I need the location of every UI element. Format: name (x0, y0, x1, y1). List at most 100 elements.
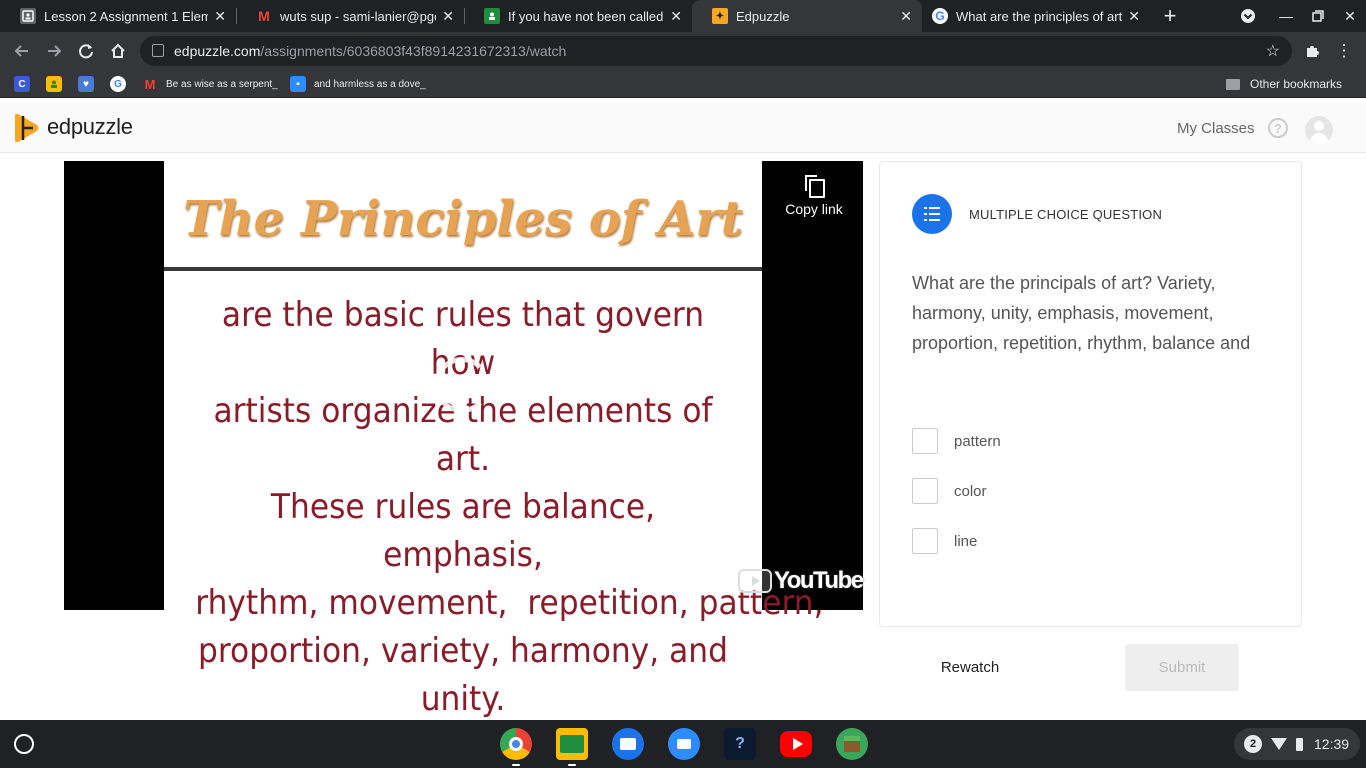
multiple-choice-icon (912, 194, 952, 234)
minimize-button[interactable]: — (1270, 0, 1302, 32)
video-player[interactable]: The Principles of Art are the basic rule… (64, 161, 864, 719)
url-path: /assignments/6036803f43f8914231672313/wa… (260, 43, 567, 59)
launcher-icon[interactable] (14, 734, 34, 754)
tab-search-icon[interactable] (1232, 0, 1264, 32)
edpuzzle-header: edpuzzle My Classes ? (0, 103, 1366, 153)
tab-title: Lesson 2 Assignment 1 Eleme (44, 8, 209, 24)
answer-checkbox[interactable] (912, 528, 938, 554)
extensions-icon[interactable] (1298, 37, 1326, 65)
back-button[interactable] (8, 37, 36, 65)
bookmarks-bar: C ♥ G M Be as wise as a serpent_ ▪ and h… (0, 70, 1366, 98)
zoom-icon[interactable] (668, 728, 700, 760)
bookmark-heart[interactable]: ♥ (78, 75, 102, 93)
os-shelf: ? 2 12:39 (0, 720, 1366, 768)
answer-label: color (954, 482, 987, 500)
copy-icon (805, 175, 825, 198)
close-icon[interactable]: ✕ (670, 8, 682, 25)
tab-lesson-2[interactable]: Lesson 2 Assignment 1 Eleme ✕ (0, 0, 236, 32)
avatar[interactable] (1305, 116, 1333, 144)
slide-line: rhythm, movement, repetition, pattern, (195, 583, 824, 623)
answer-label: pattern (954, 432, 1001, 450)
tab-title: If you have not been called to (508, 8, 665, 24)
clock: 12:39 (1314, 736, 1350, 752)
new-tab-button[interactable]: + (1154, 0, 1186, 32)
tab-classroom[interactable]: If you have not been called to ✕ (464, 0, 692, 32)
minecraft-icon[interactable] (836, 728, 868, 760)
copy-link-label: Copy link (785, 201, 843, 217)
close-icon[interactable]: ✕ (900, 8, 912, 25)
classroom-assignment-icon (20, 8, 36, 24)
tab-title: Edpuzzle (736, 8, 790, 24)
submit-button[interactable]: Submit (1125, 644, 1239, 691)
zoom-icon: ▪ (290, 76, 306, 92)
gmail-icon: M (258, 8, 270, 24)
bookmark-star-icon[interactable]: ☆ (1266, 41, 1280, 61)
other-bookmarks-label: Other bookmarks (1250, 77, 1343, 91)
site-info-icon[interactable] (152, 44, 164, 57)
heart-icon: ♥ (78, 76, 94, 92)
url-host: edpuzzle.com (174, 43, 261, 59)
slide-title: The Principles of Art (183, 191, 743, 247)
close-window-button[interactable]: ✕ (1334, 0, 1366, 32)
close-icon[interactable]: ✕ (1128, 8, 1140, 25)
edpuzzle-logo-icon (15, 112, 41, 143)
slide-body: are the basic rules that govern how arti… (195, 291, 824, 723)
youtube-logo[interactable]: YouTube (738, 567, 864, 595)
bookmark-wise-serpent[interactable]: M Be as wise as a serpent_ (142, 75, 278, 93)
bookmark-google[interactable]: G (110, 75, 134, 93)
classroom-icon (46, 76, 62, 92)
folder-icon (1226, 78, 1240, 90)
files-icon[interactable] (612, 728, 644, 760)
question-text: What are the principals of art? Variety,… (912, 273, 1251, 353)
forward-button[interactable] (40, 37, 68, 65)
answer-checkbox[interactable] (912, 478, 938, 504)
edpuzzle-logo[interactable]: edpuzzle (15, 112, 133, 143)
edpuzzle-app-icon[interactable]: ? (724, 728, 756, 760)
slide-line: These rules are balance, emphasis, (270, 487, 656, 575)
url-text[interactable]: edpuzzle.com/assignments/6036803f43f8914… (174, 43, 566, 59)
answer-option-line[interactable]: line (912, 528, 1252, 554)
battery-icon (1296, 737, 1303, 751)
my-classes-link[interactable]: My Classes (1177, 120, 1255, 137)
tab-title: What are the principles of art? (956, 8, 1123, 24)
tab-edpuzzle[interactable]: ✦ Edpuzzle ✕ (692, 0, 922, 32)
browser-menu-icon[interactable]: ⋮ (1330, 37, 1358, 65)
edpuzzle-icon: ✦ (712, 8, 728, 24)
youtube-icon[interactable] (780, 731, 812, 757)
status-tray[interactable]: 2 12:39 (1234, 728, 1360, 760)
close-icon[interactable]: ✕ (442, 8, 454, 25)
answer-label: line (954, 532, 978, 550)
answer-option-pattern[interactable]: pattern (912, 428, 1252, 454)
restore-button[interactable] (1302, 0, 1334, 32)
answer-checkbox[interactable] (912, 428, 938, 454)
address-bar[interactable]: edpuzzle.com/assignments/6036803f43f8914… (140, 36, 1292, 66)
close-icon[interactable]: ✕ (214, 8, 226, 25)
classroom-icon[interactable] (556, 728, 588, 766)
other-bookmarks[interactable]: Other bookmarks (1226, 75, 1342, 93)
gmail-icon: M (144, 76, 156, 92)
answer-option-color[interactable]: color (912, 478, 1252, 504)
help-icon[interactable]: ? (1268, 118, 1288, 138)
rewatch-button[interactable]: Rewatch (920, 644, 1020, 690)
copy-link-button[interactable]: Copy link (779, 175, 849, 217)
bookmark-harmless-dove[interactable]: ▪ and harmless as a dove_ (290, 75, 426, 93)
tab-google-search[interactable]: G What are the principles of art? ✕ (922, 0, 1150, 32)
reload-button[interactable] (72, 37, 100, 65)
question-panel: MULTIPLE CHOICE QUESTION What are the pr… (879, 161, 1302, 627)
notification-count: 2 (1244, 735, 1262, 753)
slide-line: proportion, variety, harmony, and (198, 631, 728, 671)
c-app-icon: C (14, 76, 30, 92)
tab-gmail[interactable]: M wuts sup - sami-lanier@pgcps ✕ (236, 0, 464, 32)
logo-text: edpuzzle (47, 114, 133, 139)
wifi-icon (1271, 738, 1287, 750)
home-button[interactable] (104, 37, 132, 65)
browser-toolbar: edpuzzle.com/assignments/6036803f43f8914… (0, 32, 1366, 70)
slide-divider (164, 267, 762, 271)
loading-spinner-icon (434, 357, 490, 413)
bookmark-label: and harmless as a dove_ (314, 78, 426, 90)
chrome-icon[interactable] (500, 728, 532, 766)
youtube-play-icon (738, 569, 772, 593)
tab-title: wuts sup - sami-lanier@pgcps (280, 8, 436, 24)
bookmark-c-app[interactable]: C (14, 75, 38, 93)
bookmark-classroom[interactable] (46, 75, 70, 93)
